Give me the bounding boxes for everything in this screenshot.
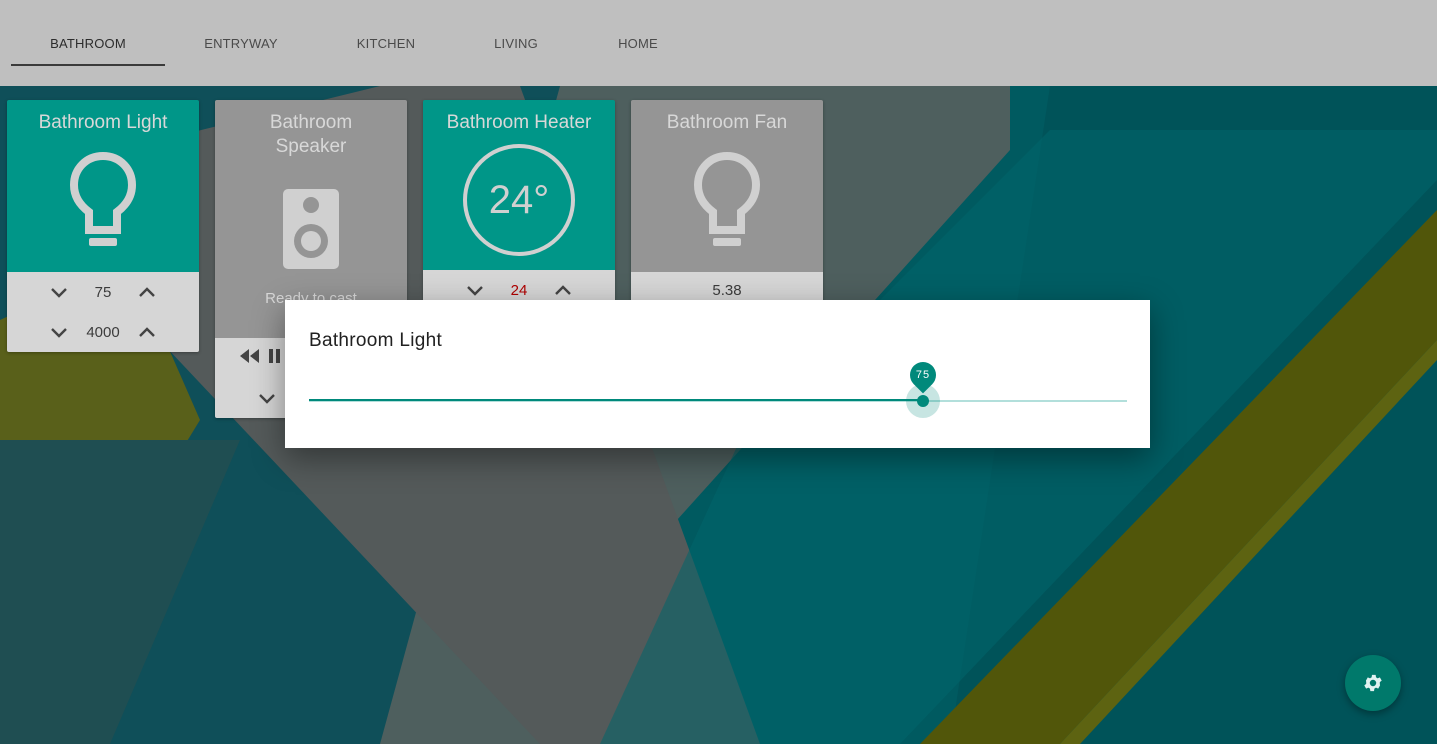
slider-thumb[interactable] <box>917 395 929 407</box>
card-header[interactable]: Bathroom Fan <box>631 100 823 272</box>
target-temperature: 24 <box>510 281 528 299</box>
brightness-down-button[interactable] <box>37 272 81 312</box>
fan-value: 5.38 <box>712 281 742 299</box>
chevron-up-icon <box>139 327 155 337</box>
chevron-down-icon <box>51 328 67 338</box>
color-temp-up-button[interactable] <box>125 312 169 352</box>
gear-icon <box>1364 674 1382 692</box>
volume-down-button[interactable] <box>255 378 279 418</box>
tab-bar: BATHROOM ENTRYWAY KITCHEN LIVING HOME <box>0 0 1437 86</box>
dialog-title: Bathroom Light <box>309 330 443 351</box>
tab-entryway[interactable]: ENTRYWAY <box>180 0 302 86</box>
brightness-row: 75 <box>7 272 199 312</box>
card-bathroom-light[interactable]: Bathroom Light 75 4000 <box>7 100 199 352</box>
card-header[interactable]: Bathroom Light <box>7 100 199 272</box>
speaker-icon <box>283 189 339 274</box>
card-bathroom-fan[interactable]: Bathroom Fan 5.38 <box>631 100 823 308</box>
color-temp-row: 4000 <box>7 312 199 352</box>
brightness-dialog: Bathroom Light 75 <box>285 300 1150 448</box>
card-title: Bathroom Heater <box>446 112 592 133</box>
current-temperature: 24° <box>488 177 550 222</box>
card-bathroom-heater[interactable]: Bathroom Heater 24° 24 <box>423 100 615 310</box>
thermostat-dial: 24° <box>463 144 575 256</box>
color-temp-down-button[interactable] <box>37 312 81 352</box>
tab-home[interactable]: HOME <box>595 0 681 86</box>
tab-living[interactable]: LIVING <box>470 0 562 86</box>
active-tab-indicator <box>11 64 165 66</box>
chevron-up-icon <box>555 285 571 295</box>
rewind-icon[interactable] <box>239 349 261 367</box>
brightness-value: 75 <box>94 283 112 301</box>
settings-button[interactable] <box>1345 655 1401 711</box>
card-header[interactable]: Bathroom Heater 24° <box>423 100 615 270</box>
brightness-up-button[interactable] <box>125 272 169 312</box>
tab-kitchen[interactable]: KITCHEN <box>330 0 442 86</box>
chevron-down-icon <box>259 394 275 404</box>
card-title: Bathroom Fan <box>666 112 788 133</box>
card-title: Bathroom Light <box>38 112 168 133</box>
slider-track-fill <box>309 399 923 401</box>
card-title: Bathroom Speaker <box>269 112 353 157</box>
tab-bathroom[interactable]: BATHROOM <box>11 0 165 86</box>
card-controls: 75 4000 <box>7 272 199 352</box>
lightbulb-icon <box>692 151 762 253</box>
pause-icon[interactable] <box>269 349 281 367</box>
slider-value-label: 75 <box>915 369 931 381</box>
chevron-down-icon <box>51 288 67 298</box>
lightbulb-icon <box>68 151 138 253</box>
color-temp-value: 4000 <box>86 323 120 341</box>
chevron-down-icon <box>467 286 483 296</box>
brightness-slider[interactable]: 75 <box>309 356 1127 418</box>
chevron-up-icon <box>139 287 155 297</box>
